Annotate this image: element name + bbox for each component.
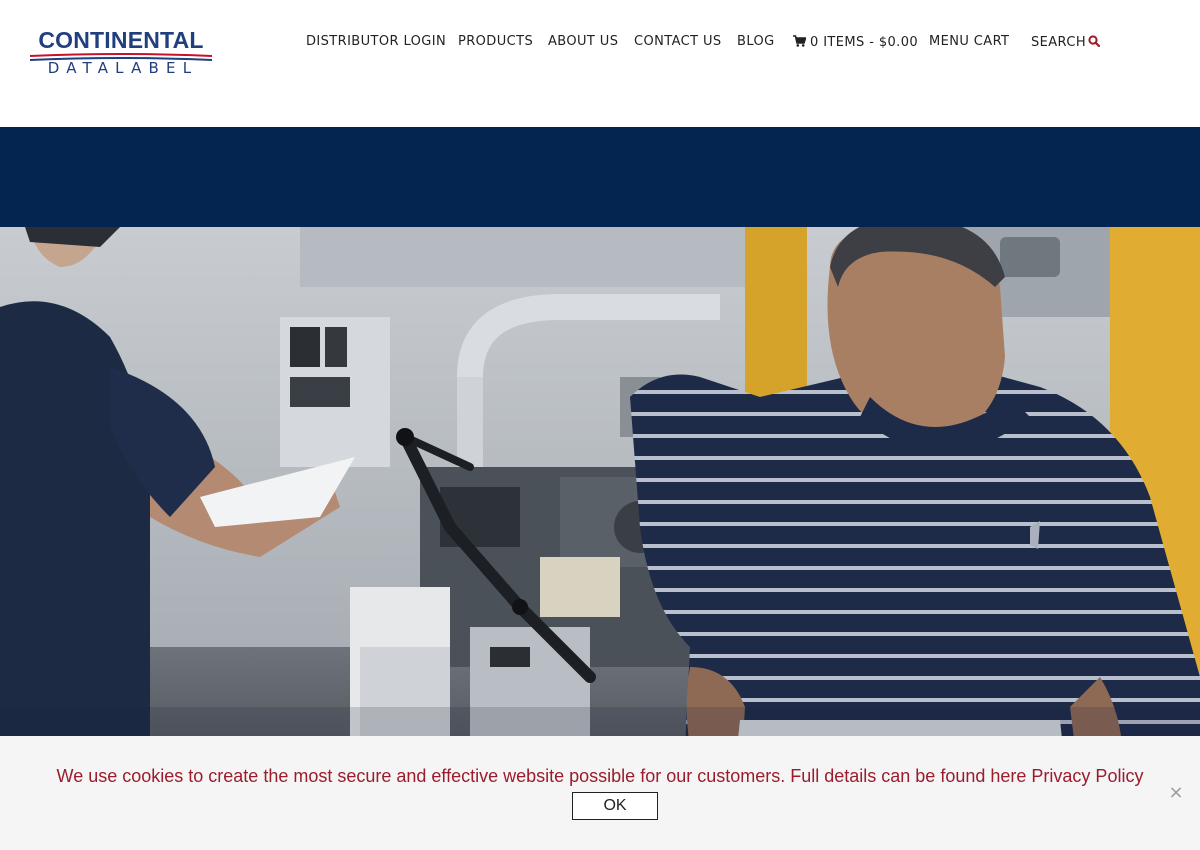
logo-wordmark: CONTINENTAL [38,27,204,53]
logo-subword: DATALABEL [47,59,199,77]
cart-summary-text: 0 ITEMS - $0.00 [810,35,919,50]
shopping-cart-icon [793,35,806,47]
nav-contact-us[interactable]: CONTACT US [634,34,722,50]
magnifier-icon [1088,35,1100,47]
close-icon[interactable]: × [1166,783,1186,803]
nav-distributor-login[interactable]: DISTRIBUTOR LOGIN [306,34,446,50]
search-label: SEARCH [1031,35,1086,50]
page-title-banner [0,127,1200,227]
continental-datalabel-logo[interactable]: CONTINENTAL DATALABEL [30,29,212,79]
nav-search[interactable]: SEARCH [1031,35,1100,51]
site-header: CONTINENTAL DATALABEL DISTRIBUTOR LOGIN … [0,0,1200,127]
nav-products[interactable]: PRODUCTS [458,34,533,50]
nav-menu-cart[interactable]: MENU CART [929,34,1009,50]
nav-cart-summary[interactable]: 0 ITEMS - $0.00 [793,35,918,51]
privacy-policy-link[interactable]: Privacy Policy [1031,766,1143,786]
cookie-message: We use cookies to create the most secure… [0,766,1200,786]
cookie-message-text: We use cookies to create the most secure… [56,766,1027,786]
nav-blog[interactable]: BLOG [737,34,775,50]
cookie-notice: We use cookies to create the most secure… [0,736,1200,850]
nav-about-us[interactable]: ABOUT US [548,34,618,50]
cookie-ok-button[interactable]: OK [572,792,658,820]
